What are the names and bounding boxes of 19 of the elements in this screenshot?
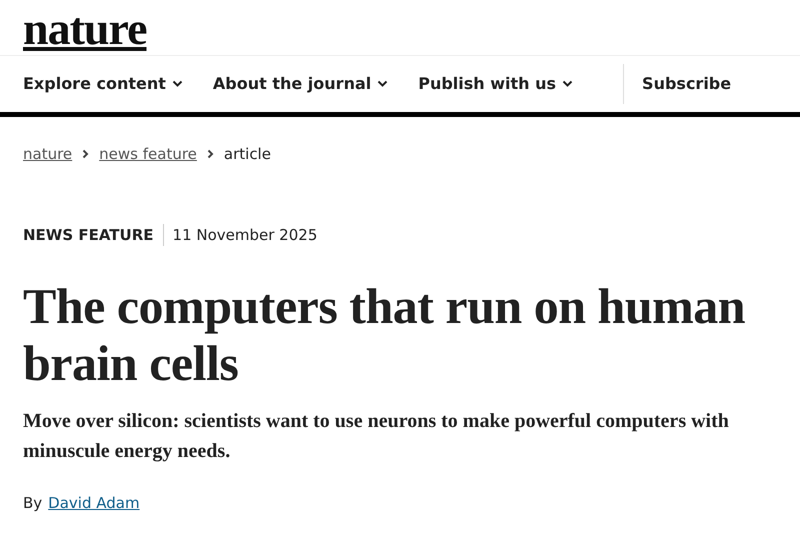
article-standfirst: Move over silicon: scientists want to use neurons to make powerful computers with minuscule energy needs.: [23, 409, 730, 464]
nav-link[interactable]: Publish with us: [418, 72, 574, 96]
nav-link[interactable]: Subscribe: [642, 72, 732, 96]
nav-link[interactable]: Explore content: [23, 72, 183, 96]
chevron-right-icon: [82, 149, 90, 160]
article-title: The computers that run on human brain cells: [23, 278, 746, 392]
chevron-right-icon: [206, 149, 214, 160]
byline-label: By: [23, 493, 42, 514]
article-type: NEWS FEATURE: [23, 224, 154, 246]
chevron-down-icon: [172, 80, 183, 88]
chevron-down-icon: [562, 80, 574, 88]
nav-link[interactable]: About the journal: [212, 72, 388, 96]
breadcrumb-link[interactable]: news feature: [99, 143, 197, 166]
breadcrumb-current: article: [224, 144, 271, 165]
author-link[interactable]: David Adam: [48, 492, 140, 514]
publish-date: 11 November 2025: [172, 224, 318, 246]
site-logo[interactable]: nature: [23, 6, 146, 52]
chevron-down-icon: [377, 80, 388, 88]
breadcrumb-link[interactable]: nature: [23, 143, 72, 166]
